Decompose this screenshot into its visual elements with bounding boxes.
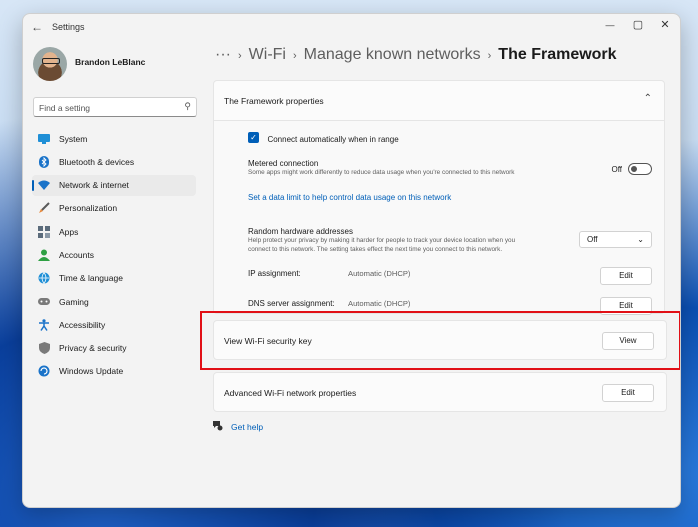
- update-icon: [38, 365, 50, 377]
- sidebar-item-time-language[interactable]: Time & language: [32, 268, 196, 289]
- user-name: Brandon LeBlanc: [75, 57, 146, 67]
- random-hw-label: Random hardware addresses: [248, 227, 353, 236]
- properties-header[interactable]: The Framework properties ⌃: [214, 81, 664, 120]
- connect-auto-label: Connect automatically when in range: [267, 135, 399, 144]
- chevron-right-icon: ›: [292, 50, 297, 62]
- minimize-button[interactable]: —: [600, 20, 620, 30]
- gamepad-icon: [38, 296, 50, 308]
- sidebar-item-gaming[interactable]: Gaming: [32, 291, 196, 312]
- advanced-properties-card: Advanced Wi-Fi network properties Edit: [213, 372, 667, 412]
- search-input[interactable]: [34, 100, 174, 116]
- page-title: The Framework: [498, 46, 617, 63]
- sidebar-item-windows-update[interactable]: Windows Update: [32, 361, 196, 382]
- sidebar-item-accessibility[interactable]: Accessibility: [32, 314, 196, 335]
- sidebar-item-system[interactable]: System: [32, 128, 196, 149]
- wifi-icon: [38, 179, 50, 191]
- sidebar-item-personalization[interactable]: Personalization: [32, 198, 196, 219]
- accessibility-icon: [38, 319, 50, 331]
- random-hw-row: Random hardware addresses Help protect y…: [248, 227, 515, 254]
- dns-value: Automatic (DHCP): [348, 299, 411, 308]
- highlight-box: [200, 311, 680, 370]
- metered-row: Metered connection Some apps might work …: [248, 159, 514, 177]
- title-bar: ← Settings — ▢ ✕: [23, 14, 680, 42]
- sidebar-nav: System Bluetooth & devices Network & int…: [32, 128, 196, 384]
- ip-label: IP assignment:: [248, 269, 301, 278]
- avatar: [33, 47, 67, 81]
- metered-toggle-group: Off: [611, 163, 652, 175]
- sidebar-item-label: System: [59, 133, 88, 144]
- chevron-down-icon: ⌄: [637, 235, 644, 244]
- sidebar-item-label: Apps: [59, 226, 79, 237]
- sidebar-item-accounts[interactable]: Accounts: [32, 244, 196, 265]
- connect-auto-row: ✓ Connect automatically when in range: [248, 129, 399, 147]
- random-hw-value: Off: [587, 235, 598, 244]
- chevron-up-icon[interactable]: ⌃: [644, 93, 652, 104]
- breadcrumb-overflow[interactable]: ···: [215, 46, 231, 63]
- bluetooth-icon: [38, 155, 50, 168]
- search-icon: ⚲: [184, 101, 191, 111]
- apps-icon: [38, 225, 50, 238]
- get-help-link[interactable]: Get help: [212, 420, 263, 433]
- breadcrumb: ··· › Wi-Fi › Manage known networks › The Fram…: [215, 46, 617, 64]
- properties-card: The Framework properties ⌃ ✓ Connect aut…: [213, 80, 665, 315]
- globe-icon: [38, 272, 50, 284]
- sidebar-item-privacy[interactable]: Privacy & security: [32, 338, 196, 359]
- help-icon: [212, 420, 223, 433]
- sidebar-item-label: Accessibility: [59, 319, 106, 330]
- system-icon: [38, 133, 50, 145]
- chevron-right-icon: ›: [237, 50, 242, 62]
- accounts-icon: [38, 249, 50, 261]
- properties-body: ✓ Connect automatically when in range Me…: [214, 120, 664, 315]
- breadcrumb-manage-networks[interactable]: Manage known networks: [304, 46, 481, 63]
- sidebar-item-label: Network & internet: [59, 180, 129, 191]
- sidebar-item-label: Windows Update: [59, 366, 124, 377]
- shield-icon: [38, 342, 50, 355]
- sidebar-item-bluetooth[interactable]: Bluetooth & devices: [32, 151, 196, 172]
- sidebar-item-label: Personalization: [59, 203, 118, 214]
- sidebar-item-label: Accounts: [59, 249, 94, 260]
- advanced-edit-button[interactable]: Edit: [602, 384, 654, 402]
- dns-label: DNS server assignment:: [248, 299, 335, 308]
- random-hw-description-2: connect to this network. The setting tak…: [248, 246, 503, 253]
- metered-toggle[interactable]: [628, 163, 652, 175]
- search-box[interactable]: ⚲: [33, 97, 197, 117]
- metered-description: Some apps might work differently to redu…: [248, 169, 515, 176]
- metered-toggle-label: Off: [611, 164, 622, 174]
- brush-icon: [38, 202, 50, 214]
- ip-value: Automatic (DHCP): [348, 269, 411, 278]
- metered-label: Metered connection: [248, 159, 319, 168]
- chevron-right-icon: ›: [487, 50, 492, 62]
- random-hw-select[interactable]: Off ⌄: [579, 231, 652, 248]
- sidebar-item-label: Privacy & security: [59, 343, 127, 354]
- close-button[interactable]: ✕: [655, 18, 675, 31]
- maximize-button[interactable]: ▢: [628, 18, 648, 31]
- sidebar-item-label: Gaming: [59, 296, 89, 307]
- properties-title: The Framework properties: [224, 96, 324, 106]
- random-hw-description-1: Help protect your privacy by making it h…: [248, 237, 516, 244]
- data-limit-link[interactable]: Set a data limit to help control data us…: [248, 193, 451, 202]
- back-button[interactable]: ←: [31, 20, 43, 34]
- sidebar-item-label: Time & language: [59, 273, 123, 284]
- get-help-label: Get help: [231, 421, 264, 432]
- ip-edit-button[interactable]: Edit: [600, 267, 652, 285]
- advanced-properties-label: Advanced Wi-Fi network properties: [224, 388, 357, 398]
- sidebar-item-network[interactable]: Network & internet: [32, 174, 196, 196]
- sidebar-item-apps[interactable]: Apps: [32, 221, 196, 242]
- network-properties-panel: The Framework properties ⌃ ✓ Connect aut…: [213, 80, 667, 412]
- sidebar-item-label: Bluetooth & devices: [59, 156, 135, 167]
- app-title: Settings: [52, 22, 85, 32]
- connect-auto-checkbox[interactable]: ✓: [248, 132, 259, 144]
- breadcrumb-wifi[interactable]: Wi-Fi: [249, 46, 286, 63]
- settings-window: ← Settings — ▢ ✕ Brandon LeBlanc ⚲ Syste…: [22, 13, 681, 508]
